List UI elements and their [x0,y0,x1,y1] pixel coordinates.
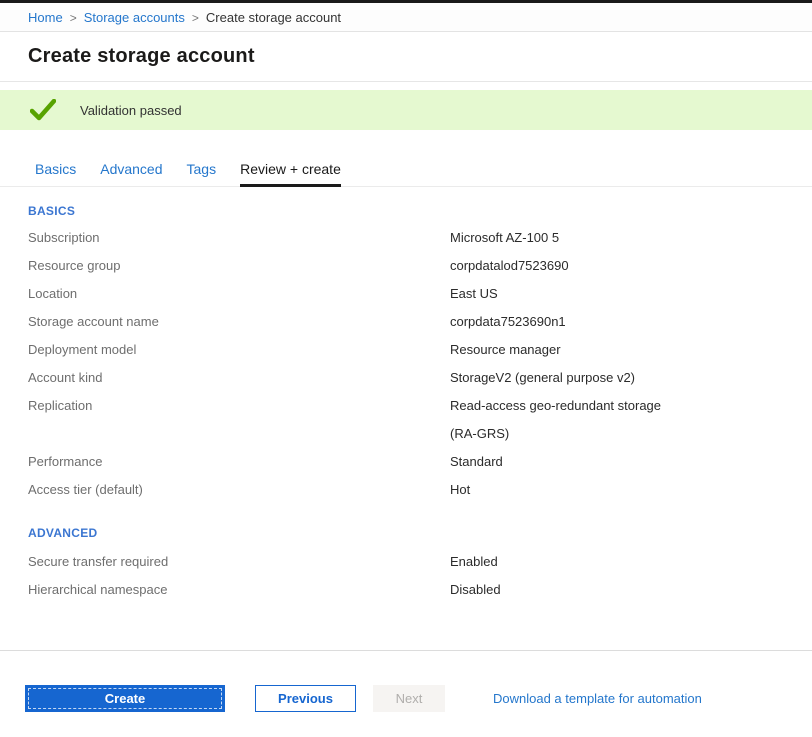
row-label: Account kind [28,364,450,392]
row-value: Enabled [450,548,812,576]
row-value: Standard [450,448,812,476]
row-label: Secure transfer required [28,548,450,576]
page-title: Create storage account [28,45,784,68]
row-label: Hierarchical namespace [28,576,450,604]
review-row-secure-transfer: Secure transfer required Enabled [28,548,812,576]
tab-tags[interactable]: Tags [187,161,217,187]
review-row-location: Location East US [28,280,812,308]
review-row-deployment-model: Deployment model Resource manager [28,336,812,364]
tab-advanced[interactable]: Advanced [100,161,162,187]
row-value: corpdatalod7523690 [450,252,812,280]
review-row-account-kind: Account kind StorageV2 (general purpose … [28,364,812,392]
row-value: StorageV2 (general purpose v2) [450,364,812,392]
section-header-advanced: ADVANCED [28,526,812,540]
review-row-storage-account-name: Storage account name corpdata7523690n1 [28,308,812,336]
breadcrumb-home[interactable]: Home [28,10,63,25]
tab-review-create[interactable]: Review + create [240,161,341,187]
tab-bar: Basics Advanced Tags Review + create [0,161,812,187]
row-label: Storage account name [28,308,450,336]
breadcrumb-current: Create storage account [206,10,341,25]
next-button[interactable]: Next [373,685,445,712]
review-row-performance: Performance Standard [28,448,812,476]
row-value: Microsoft AZ-100 5 [450,224,812,252]
row-label: Performance [28,448,450,476]
row-value: Resource manager [450,336,812,364]
row-label: Subscription [28,224,450,252]
title-bar: Create storage account [0,32,812,82]
download-template-link[interactable]: Download a template for automation [493,691,702,706]
tab-basics[interactable]: Basics [35,161,76,187]
check-icon [30,99,56,121]
validation-banner: Validation passed [0,90,812,130]
row-label: Deployment model [28,336,450,364]
review-content: BASICS Subscription Microsoft AZ-100 5 R… [0,204,812,604]
breadcrumb-separator-icon: > [192,11,199,25]
row-label: Access tier (default) [28,476,450,504]
review-row-hierarchical-namespace: Hierarchical namespace Disabled [28,576,812,604]
footer-bar: Create Previous Next Download a template… [0,650,812,712]
breadcrumb-separator-icon: > [70,11,77,25]
row-value: East US [450,280,812,308]
breadcrumb-storage-accounts[interactable]: Storage accounts [84,10,185,25]
review-row-replication: Replication Read-access geo-redundant st… [28,392,812,448]
row-label: Replication [28,392,450,420]
row-value: Hot [450,476,812,504]
row-value: Read-access geo-redundant storage (RA-GR… [450,392,812,448]
review-row-resource-group: Resource group corpdatalod7523690 [28,252,812,280]
review-row-access-tier: Access tier (default) Hot [28,476,812,504]
review-row-subscription: Subscription Microsoft AZ-100 5 [28,224,812,252]
row-label: Resource group [28,252,450,280]
row-label: Location [28,280,450,308]
row-value: Disabled [450,576,812,604]
row-value: corpdata7523690n1 [450,308,812,336]
create-button[interactable]: Create [25,685,225,712]
validation-banner-text: Validation passed [80,103,182,118]
section-header-basics: BASICS [28,204,812,218]
previous-button[interactable]: Previous [255,685,356,712]
breadcrumb: Home > Storage accounts > Create storage… [0,3,812,32]
